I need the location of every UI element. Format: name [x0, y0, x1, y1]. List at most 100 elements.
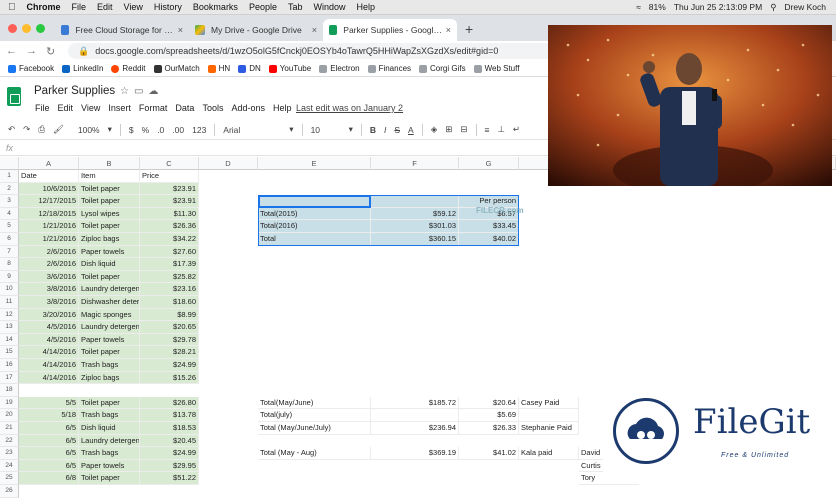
cell-date[interactable]: 6/8: [19, 472, 79, 485]
font-select[interactable]: Arial: [223, 125, 281, 135]
summary2-per-person[interactable]: $20.64: [459, 396, 519, 410]
text-wrap-icon[interactable]: ↵: [513, 124, 520, 135]
percent-format-button[interactable]: %: [142, 125, 150, 135]
summary2-label[interactable]: Total(july): [258, 409, 371, 422]
bookmark-corgi-gifs[interactable]: Corgi Gifs: [419, 64, 466, 73]
menu-window[interactable]: Window: [313, 2, 345, 12]
clock[interactable]: Thu Jun 25 2:13:09 PM: [674, 2, 762, 12]
cell-date[interactable]: 4/5/2016: [19, 333, 79, 347]
forward-icon[interactable]: →: [26, 45, 40, 57]
cell-item[interactable]: Laundry detergent: [79, 434, 140, 448]
row-header[interactable]: 6: [0, 233, 19, 246]
sheets-menu-help[interactable]: Help: [273, 103, 292, 113]
cell-item[interactable]: Toilet paper: [79, 195, 140, 208]
cell-date[interactable]: 4/14/2016: [19, 346, 79, 359]
cell-date[interactable]: 6/5: [19, 459, 79, 473]
summary2-per-person[interactable]: $41.02: [459, 447, 519, 460]
sheets-menu-format[interactable]: Format: [139, 103, 168, 113]
header-item[interactable]: Item: [79, 170, 140, 183]
menu-view[interactable]: View: [124, 2, 143, 12]
bookmark-facebook[interactable]: Facebook: [8, 64, 54, 73]
column-header-g[interactable]: G: [459, 157, 519, 170]
row-header[interactable]: 21: [0, 422, 19, 435]
column-header-d[interactable]: D: [199, 157, 258, 170]
summary-blank[interactable]: [371, 195, 459, 208]
video-overlay[interactable]: [548, 25, 832, 186]
menu-history[interactable]: History: [154, 2, 182, 12]
row-header[interactable]: 4: [0, 207, 19, 221]
italic-icon[interactable]: I: [384, 125, 386, 135]
header-price[interactable]: Price: [140, 170, 199, 183]
bookmark-linkedin[interactable]: LinkedIn: [62, 64, 103, 73]
summary-label[interactable]: Total(2015): [258, 207, 371, 221]
row-header[interactable]: 17: [0, 371, 19, 385]
cell-price[interactable]: $26.36: [140, 220, 199, 233]
cell-price[interactable]: $13.78: [140, 409, 199, 422]
url-field[interactable]: 🔒 docs.google.com/spreadsheets/d/1wzO5ol…: [68, 43, 578, 59]
row-header[interactable]: 7: [0, 245, 19, 259]
more-formats-button[interactable]: 123: [192, 125, 206, 135]
summary-total[interactable]: $360.15: [371, 233, 459, 246]
print-icon[interactable]: ⎙: [38, 124, 45, 135]
align-vertical-icon[interactable]: ⊥: [497, 124, 504, 135]
cell-date[interactable]: 12/17/2015: [19, 195, 79, 208]
font-size-select[interactable]: 10: [311, 125, 341, 135]
cell-date[interactable]: 3/20/2016: [19, 308, 79, 322]
summary2-label[interactable]: Total (May/June/July): [258, 422, 371, 435]
minimize-window-button[interactable]: [22, 24, 31, 33]
summary-label[interactable]: Total: [258, 233, 371, 246]
column-header-e[interactable]: E: [258, 157, 371, 170]
row-header[interactable]: 12: [0, 308, 19, 322]
row-header[interactable]: 2: [0, 182, 19, 196]
cell-item[interactable]: Toilet paper: [79, 220, 140, 233]
summary2-paid[interactable]: Casey Paid: [519, 396, 579, 410]
document-title[interactable]: Parker Supplies: [34, 85, 115, 97]
summary2-total[interactable]: [371, 409, 459, 422]
summary2-paid[interactable]: [519, 409, 579, 422]
menu-file[interactable]: File: [72, 2, 87, 12]
row-header[interactable]: 23: [0, 447, 19, 460]
cell-price[interactable]: $18.53: [140, 422, 199, 435]
row-header[interactable]: 20: [0, 409, 19, 422]
cell-date[interactable]: 4/5/2016: [19, 321, 79, 334]
zoom-select[interactable]: 100%: [78, 125, 100, 135]
cell-item[interactable]: Paper towels: [79, 333, 140, 347]
cell-item[interactable]: Paper towels: [79, 245, 140, 259]
text-color-icon[interactable]: A: [408, 125, 414, 135]
row-header[interactable]: 15: [0, 346, 19, 359]
menu-edit[interactable]: Edit: [97, 2, 113, 12]
summary2-paid[interactable]: Kala paid: [519, 447, 579, 460]
sheets-menu-view[interactable]: View: [81, 103, 100, 113]
summary2-total[interactable]: $236.94: [371, 422, 459, 435]
bookmark-web-stuff[interactable]: Web Stuff: [473, 64, 519, 73]
cell-date[interactable]: 3/8/2016: [19, 296, 79, 309]
close-window-button[interactable]: [8, 24, 17, 33]
cell-item[interactable]: Ziploc bags: [79, 233, 140, 246]
cell-item[interactable]: Laundry detergent: [79, 283, 140, 296]
borders-icon[interactable]: ⊞: [445, 124, 452, 135]
summary2-label[interactable]: Total (May - Aug): [258, 447, 371, 460]
cell-price[interactable]: $8.99: [140, 308, 199, 322]
bookmark-electron[interactable]: Electron: [319, 64, 360, 73]
currency-format-button[interactable]: $: [129, 125, 134, 135]
cell-date[interactable]: 5/18: [19, 409, 79, 422]
cell-price[interactable]: $23.16: [140, 283, 199, 296]
row-header[interactable]: 1: [0, 170, 19, 183]
cell-date[interactable]: 6/5: [19, 422, 79, 435]
increase-decimal-button[interactable]: .00: [172, 125, 184, 135]
summary-total[interactable]: $59.12: [371, 207, 459, 221]
bookmark-hn[interactable]: HN: [207, 64, 230, 73]
apple-icon[interactable]: : [8, 2, 16, 13]
column-header-b[interactable]: B: [79, 157, 140, 170]
cell-price[interactable]: $27.60: [140, 245, 199, 259]
strikethrough-icon[interactable]: S: [394, 125, 400, 135]
cell-date[interactable]: 1/21/2016: [19, 233, 79, 246]
chevron-down-icon[interactable]: ▾: [108, 124, 112, 135]
sheets-menu-file[interactable]: File: [35, 103, 50, 113]
maximize-window-button[interactable]: [36, 24, 45, 33]
undo-icon[interactable]: ↶: [8, 124, 15, 135]
bookmark-youtube[interactable]: YouTube: [268, 64, 311, 73]
chevron-down-icon[interactable]: ▾: [289, 124, 293, 135]
bookmark-ourmatch[interactable]: OurMatch: [153, 64, 200, 73]
wifi-icon[interactable]: ≈: [636, 2, 641, 12]
